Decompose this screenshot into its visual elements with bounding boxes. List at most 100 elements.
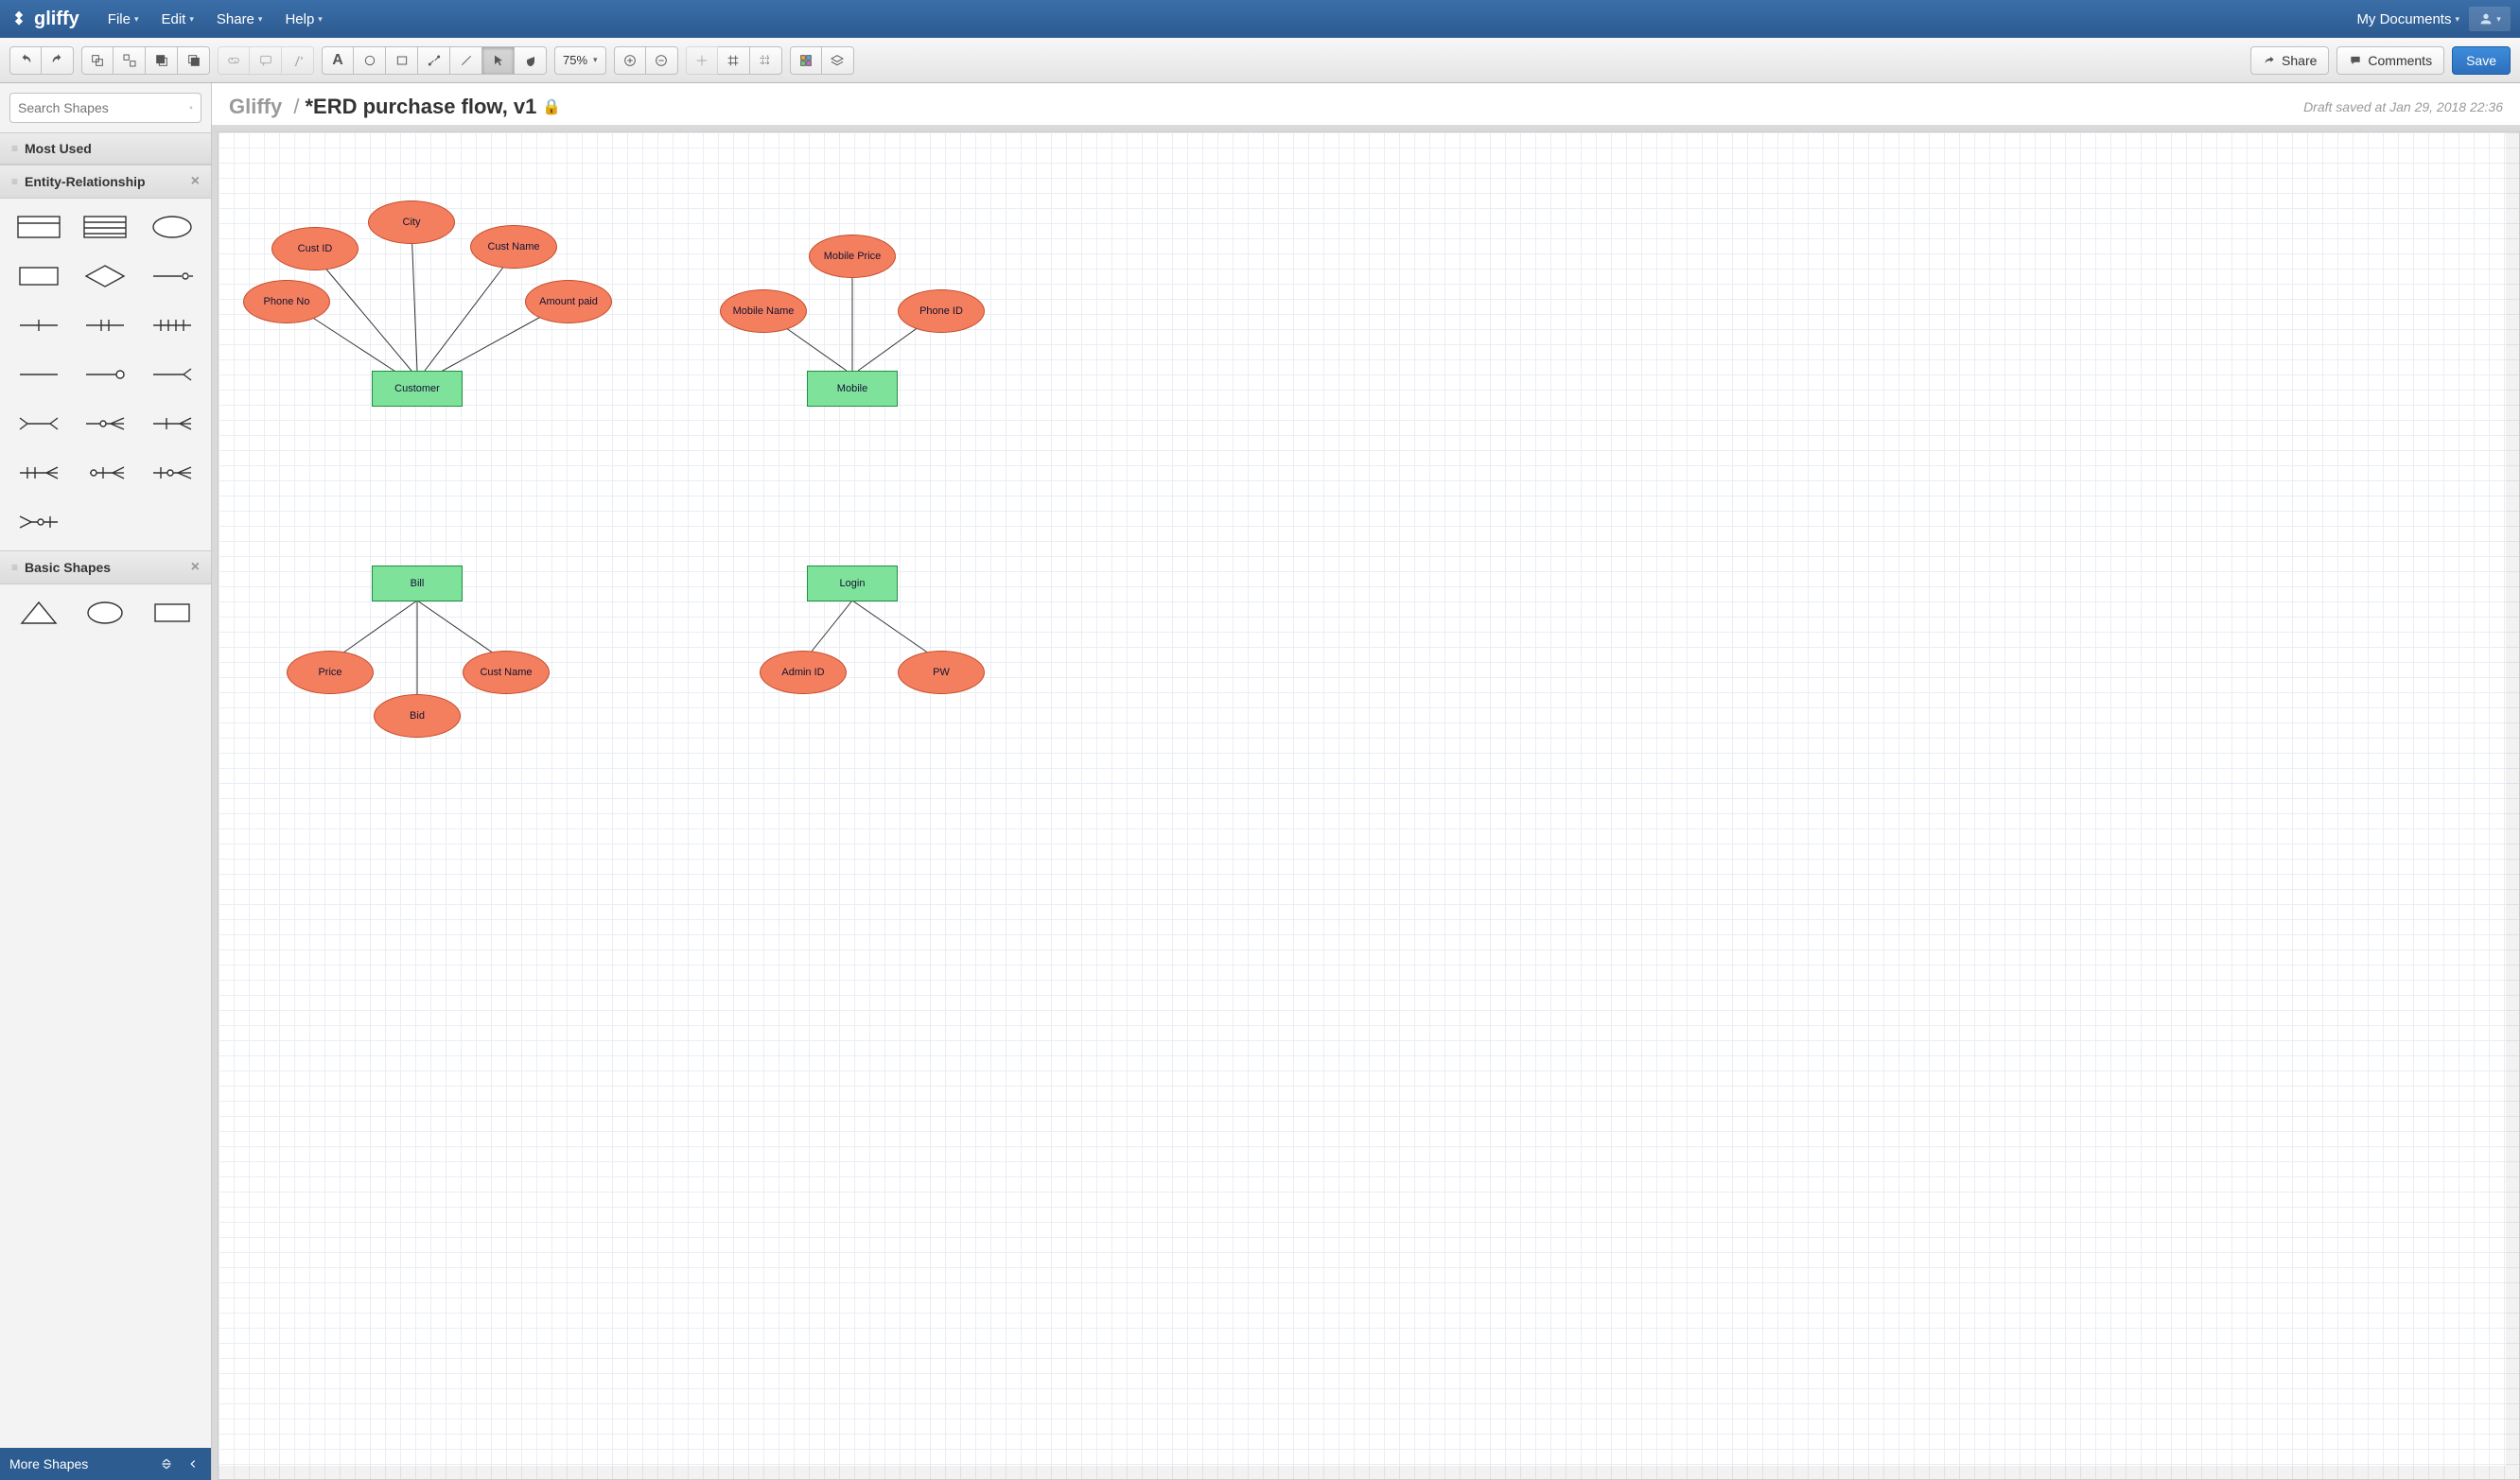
menu-share[interactable]: Share▾	[217, 11, 263, 27]
attr-phone-no[interactable]: Phone No	[243, 280, 330, 323]
er-connector-one[interactable]	[9, 306, 68, 344]
category-basic-shapes[interactable]: ≡ Basic Shapes ×	[0, 550, 211, 584]
gliffy-logo-icon	[9, 9, 28, 28]
breadcrumb-root[interactable]: Gliffy	[229, 95, 282, 118]
grip-icon: ≡	[11, 561, 17, 574]
attr-mobile-name[interactable]: Mobile Name	[720, 289, 807, 333]
er-shape-single-entity[interactable]	[9, 208, 68, 246]
menu-file[interactable]: File▾	[108, 11, 139, 27]
attr-city[interactable]: City	[368, 200, 455, 244]
er-connector-many[interactable]	[143, 356, 201, 393]
shape-search-input[interactable]	[18, 100, 189, 115]
er-connector-many-zero-one[interactable]	[9, 503, 68, 541]
er-connector-none[interactable]	[9, 356, 68, 393]
comments-button[interactable]: Comments	[2336, 46, 2444, 75]
pointer-tool-button[interactable]	[482, 46, 515, 75]
er-connector-many-many[interactable]	[9, 405, 68, 443]
basic-shape-ellipse[interactable]	[76, 594, 134, 632]
zoom-select[interactable]: 75% ▾	[554, 46, 606, 75]
attr-admin-id[interactable]: Admin ID	[760, 651, 847, 694]
attr-cust-id[interactable]: Cust ID	[271, 227, 359, 270]
caret-down-icon: ▾	[2455, 14, 2459, 25]
ungroup-button[interactable]	[114, 46, 146, 75]
search-icon	[189, 100, 193, 115]
more-shapes-link[interactable]: More Shapes	[9, 1456, 88, 1471]
popup-note-button[interactable]	[250, 46, 282, 75]
user-menu-button[interactable]: ▾	[2469, 7, 2511, 31]
show-grid-button[interactable]	[718, 46, 750, 75]
er-connector-one-many[interactable]	[143, 405, 201, 443]
line-tool-button[interactable]	[450, 46, 482, 75]
attr-cust-name[interactable]: Cust Name	[470, 225, 557, 269]
layers-button[interactable]	[822, 46, 854, 75]
canvas-horizontal-scrollbar[interactable]	[219, 1466, 2506, 1479]
caret-down-icon: ▾	[593, 55, 598, 65]
lock-icon: 🔒	[542, 97, 561, 116]
caret-down-icon: ▾	[318, 14, 323, 25]
pan-tool-button[interactable]	[515, 46, 547, 75]
zoom-in-button[interactable]	[614, 46, 646, 75]
menu-edit[interactable]: Edit▾	[161, 11, 193, 27]
undo-button[interactable]	[9, 46, 42, 75]
entity-customer[interactable]: Customer	[372, 371, 463, 407]
themes-button[interactable]	[790, 46, 822, 75]
attr-amount-paid[interactable]: Amount paid	[525, 280, 612, 323]
clear-format-button[interactable]	[282, 46, 314, 75]
canvas-vertical-scrollbar[interactable]	[2506, 132, 2519, 1479]
er-connector-zero[interactable]	[76, 356, 134, 393]
er-shape-multi-entity[interactable]	[76, 208, 134, 246]
text-tool-button[interactable]: A	[322, 46, 354, 75]
zoom-out-button[interactable]	[646, 46, 678, 75]
drawing-guides-button[interactable]	[750, 46, 782, 75]
rectangle-tool-button[interactable]	[386, 46, 418, 75]
attr-mobile-price[interactable]: Mobile Price	[809, 235, 896, 278]
attr-phone-id[interactable]: Phone ID	[898, 289, 985, 333]
collapse-vertical-button[interactable]	[158, 1455, 175, 1472]
er-connector-one-one-many[interactable]	[9, 454, 68, 492]
er-shape-attribute[interactable]	[143, 208, 201, 246]
ellipse-tool-button[interactable]	[354, 46, 386, 75]
er-connector-one-one[interactable]	[76, 306, 134, 344]
attr-pw[interactable]: PW	[898, 651, 985, 694]
menu-help[interactable]: Help▾	[285, 11, 322, 27]
share-button[interactable]: Share	[2250, 46, 2329, 75]
save-button[interactable]: Save	[2452, 46, 2511, 75]
caret-down-icon: ▾	[134, 14, 139, 25]
basic-shape-grid	[0, 584, 211, 641]
connector-tool-button[interactable]	[418, 46, 450, 75]
attr-price[interactable]: Price	[287, 651, 374, 694]
er-connector-one-one-both[interactable]	[143, 306, 201, 344]
attr-bid[interactable]: Bid	[374, 694, 461, 738]
shape-sidebar: ≡ Most Used ≡ Entity-Relationship ×	[0, 83, 212, 1480]
my-documents-link[interactable]: My Documents▾	[2356, 11, 2459, 27]
caret-down-icon: ▾	[2496, 14, 2501, 25]
brand-logo[interactable]: gliffy	[9, 9, 79, 30]
drawing-canvas[interactable]: Phone No Cust ID City Cust Name Amount p…	[218, 131, 2520, 1480]
snap-to-grid-button[interactable]	[686, 46, 718, 75]
redo-button[interactable]	[42, 46, 74, 75]
collapse-sidebar-button[interactable]	[184, 1455, 201, 1472]
link-button[interactable]	[218, 46, 250, 75]
er-connector-zero-one[interactable]	[143, 257, 201, 295]
er-connector-one-zero-many[interactable]	[143, 454, 201, 492]
document-title[interactable]: *ERD purchase flow, v1	[305, 95, 536, 119]
group-button[interactable]	[81, 46, 114, 75]
entity-bill[interactable]: Bill	[372, 566, 463, 601]
basic-shape-rectangle[interactable]	[143, 594, 201, 632]
entity-login[interactable]: Login	[807, 566, 898, 601]
shape-search[interactable]	[9, 93, 201, 123]
category-entity-relationship[interactable]: ≡ Entity-Relationship ×	[0, 165, 211, 199]
caret-down-icon: ▾	[258, 14, 263, 25]
er-connector-zero-one-many[interactable]	[76, 454, 134, 492]
basic-shape-triangle[interactable]	[9, 594, 68, 632]
er-shape-plain-entity[interactable]	[9, 257, 68, 295]
close-icon[interactable]: ×	[191, 559, 200, 576]
category-most-used[interactable]: ≡ Most Used	[0, 132, 211, 165]
er-shape-relationship[interactable]	[76, 257, 134, 295]
er-connector-zero-many[interactable]	[76, 405, 134, 443]
attr-bill-cust-name[interactable]: Cust Name	[463, 651, 550, 694]
bring-front-button[interactable]	[146, 46, 178, 75]
close-icon[interactable]: ×	[191, 173, 200, 190]
send-back-button[interactable]	[178, 46, 210, 75]
entity-mobile[interactable]: Mobile	[807, 371, 898, 407]
